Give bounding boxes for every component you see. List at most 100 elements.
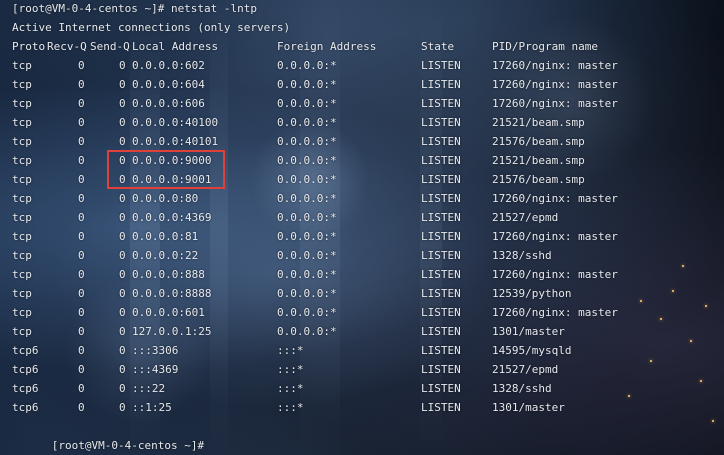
cell-proto: tcp6 (12, 401, 39, 414)
table-row: tcp 0 0 0.0.0.0:9000 0.0.0.0:* LISTEN 21521/be… (12, 151, 712, 170)
cell-pid-program: 17260/nginx: master (492, 97, 618, 110)
cell-send-q: 0 (119, 325, 126, 338)
cell-recv-q: 0 (78, 287, 85, 300)
cell-send-q: 0 (119, 97, 126, 110)
cell-local-address: 0.0.0.0:40101 (132, 135, 219, 148)
table-row: tcp 0 0 0.0.0.0:606 0.0.0.0:* LISTEN 17260/ngi… (12, 94, 712, 113)
cell-proto: tcp (12, 154, 32, 167)
cell-pid-program: 17260/nginx: master (492, 59, 618, 72)
cell-proto: tcp (12, 268, 32, 281)
cell-recv-q: 0 (78, 59, 85, 72)
cell-foreign-address: :::* (277, 363, 304, 376)
cell-recv-q: 0 (78, 268, 85, 281)
cell-local-address: ::1:25 (132, 401, 172, 414)
cell-state: LISTEN (421, 287, 461, 300)
table-row: tcp 0 0 0.0.0.0:9001 0.0.0.0:* LISTEN 21576/be… (12, 170, 712, 189)
cell-recv-q: 0 (78, 344, 85, 357)
cell-pid-program: 17260/nginx: master (492, 230, 618, 243)
cell-send-q: 0 (119, 211, 126, 224)
command-line: [root@VM-0-4-centos ~]# netstat -lntp (12, 2, 258, 15)
cell-send-q: 0 (119, 78, 126, 91)
cell-local-address: :::22 (132, 382, 166, 395)
cell-state: LISTEN (421, 306, 461, 319)
cell-pid-program: 17260/nginx: master (492, 78, 618, 91)
cell-foreign-address: 0.0.0.0:* (277, 325, 337, 338)
table-row: tcp 0 0 0.0.0.0:604 0.0.0.0:* LISTEN 17260/ngi… (12, 75, 712, 94)
table-header: Proto Recv-Q Send-Q Local Address Foreig… (12, 37, 712, 56)
cell-local-address: 0.0.0.0:9000 (132, 154, 212, 167)
cell-local-address: 0.0.0.0:8888 (132, 287, 212, 300)
table-row: tcp 0 0 0.0.0.0:22 0.0.0.0:* LISTEN 1328/sshd (12, 246, 712, 265)
table-row: tcp 0 0 0.0.0.0:601 0.0.0.0:* LISTEN 17260/ngi… (12, 303, 712, 322)
terminal-screen: [root@VM-0-4-centos ~]# netstat -lntp Ac… (0, 0, 724, 455)
cell-recv-q: 0 (78, 306, 85, 319)
cell-send-q: 0 (119, 268, 126, 281)
header-state: State (421, 40, 455, 53)
cell-local-address: 0.0.0.0:9001 (132, 173, 212, 186)
cell-state: LISTEN (421, 382, 461, 395)
cell-pid-program: 21527/epmd (492, 211, 559, 224)
cell-proto: tcp6 (12, 363, 39, 376)
cell-local-address: 0.0.0.0:40100 (132, 116, 219, 129)
prompt-line[interactable]: [root@VM-0-4-centos ~]# (12, 417, 204, 452)
table-row: tcp 0 0 0.0.0.0:888 0.0.0.0:* LISTEN 17260/ngi… (12, 265, 712, 284)
cell-state: LISTEN (421, 401, 461, 414)
cell-proto: tcp (12, 78, 32, 91)
cell-state: LISTEN (421, 97, 461, 110)
cell-recv-q: 0 (78, 173, 85, 186)
cell-state: LISTEN (421, 268, 461, 281)
cell-send-q: 0 (119, 230, 126, 243)
cell-recv-q: 0 (78, 325, 85, 338)
cell-state: LISTEN (421, 154, 461, 167)
cell-foreign-address: 0.0.0.0:* (277, 211, 337, 224)
cell-foreign-address: :::* (277, 382, 304, 395)
cell-recv-q: 0 (78, 401, 85, 414)
cell-proto: tcp6 (12, 344, 39, 357)
table-row: tcp6 0 0:::4369:::* LISTEN 21527/epmd (12, 360, 712, 379)
cell-foreign-address: :::* (277, 344, 304, 357)
cell-local-address: 0.0.0.0:4369 (132, 211, 212, 224)
cell-local-address: :::3306 (132, 344, 179, 357)
cell-send-q: 0 (119, 59, 126, 72)
cell-state: LISTEN (421, 211, 461, 224)
cell-foreign-address: 0.0.0.0:* (277, 268, 337, 281)
cell-foreign-address: 0.0.0.0:* (277, 192, 337, 205)
cell-recv-q: 0 (78, 363, 85, 376)
cell-recv-q: 0 (78, 135, 85, 148)
cell-foreign-address: 0.0.0.0:* (277, 306, 337, 319)
table-row: tcp 0 0 0.0.0.0:81 0.0.0.0:* LISTEN 17260/ngin… (12, 227, 712, 246)
cell-state: LISTEN (421, 135, 461, 148)
cell-local-address: 0.0.0.0:601 (132, 306, 205, 319)
prompt: [root@VM-0-4-centos ~]# (51, 439, 205, 452)
table-row: tcp6 0 0:::3306:::* LISTEN 14595/mysqld (12, 341, 712, 360)
cell-proto: tcp (12, 211, 32, 224)
cell-local-address: 0.0.0.0:888 (132, 268, 205, 281)
cell-send-q: 0 (119, 192, 126, 205)
table-row: tcp6 0 0::1:25:::* LISTEN 1301/master (12, 398, 712, 417)
cell-local-address: 0.0.0.0:81 (132, 230, 199, 243)
info-line: Active Internet connections (only server… (12, 21, 291, 34)
cell-proto: tcp (12, 287, 32, 300)
cell-pid-program: 1301/master (492, 325, 565, 338)
cell-local-address: 0.0.0.0:602 (132, 59, 205, 72)
cell-pid-program: 1301/master (492, 401, 565, 414)
cell-state: LISTEN (421, 363, 461, 376)
cell-send-q: 0 (119, 363, 126, 376)
cell-state: LISTEN (421, 59, 461, 72)
cell-send-q: 0 (119, 401, 126, 414)
cell-proto: tcp (12, 173, 32, 186)
cell-pid-program: 17260/nginx: master (492, 268, 618, 281)
header-foreign-address: Foreign Address (277, 40, 377, 53)
cell-proto: tcp (12, 306, 32, 319)
table-row: tcp 0 0 0.0.0.0:40100 0.0.0.0:* LISTEN 21521/b… (12, 113, 712, 132)
cell-send-q: 0 (119, 173, 126, 186)
cell-recv-q: 0 (78, 97, 85, 110)
table-row: tcp 0 0 0.0.0.0:4369 0.0.0.0:* LISTEN 21527/ep… (12, 208, 712, 227)
cell-foreign-address: 0.0.0.0:* (277, 116, 337, 129)
cell-state: LISTEN (421, 230, 461, 243)
cell-foreign-address: 0.0.0.0:* (277, 78, 337, 91)
terminal-window[interactable]: [root@VM-0-4-centos ~]# netstat -lntp Ac… (0, 0, 724, 455)
cell-recv-q: 0 (78, 249, 85, 262)
cell-proto: tcp (12, 192, 32, 205)
cell-proto: tcp (12, 59, 32, 72)
